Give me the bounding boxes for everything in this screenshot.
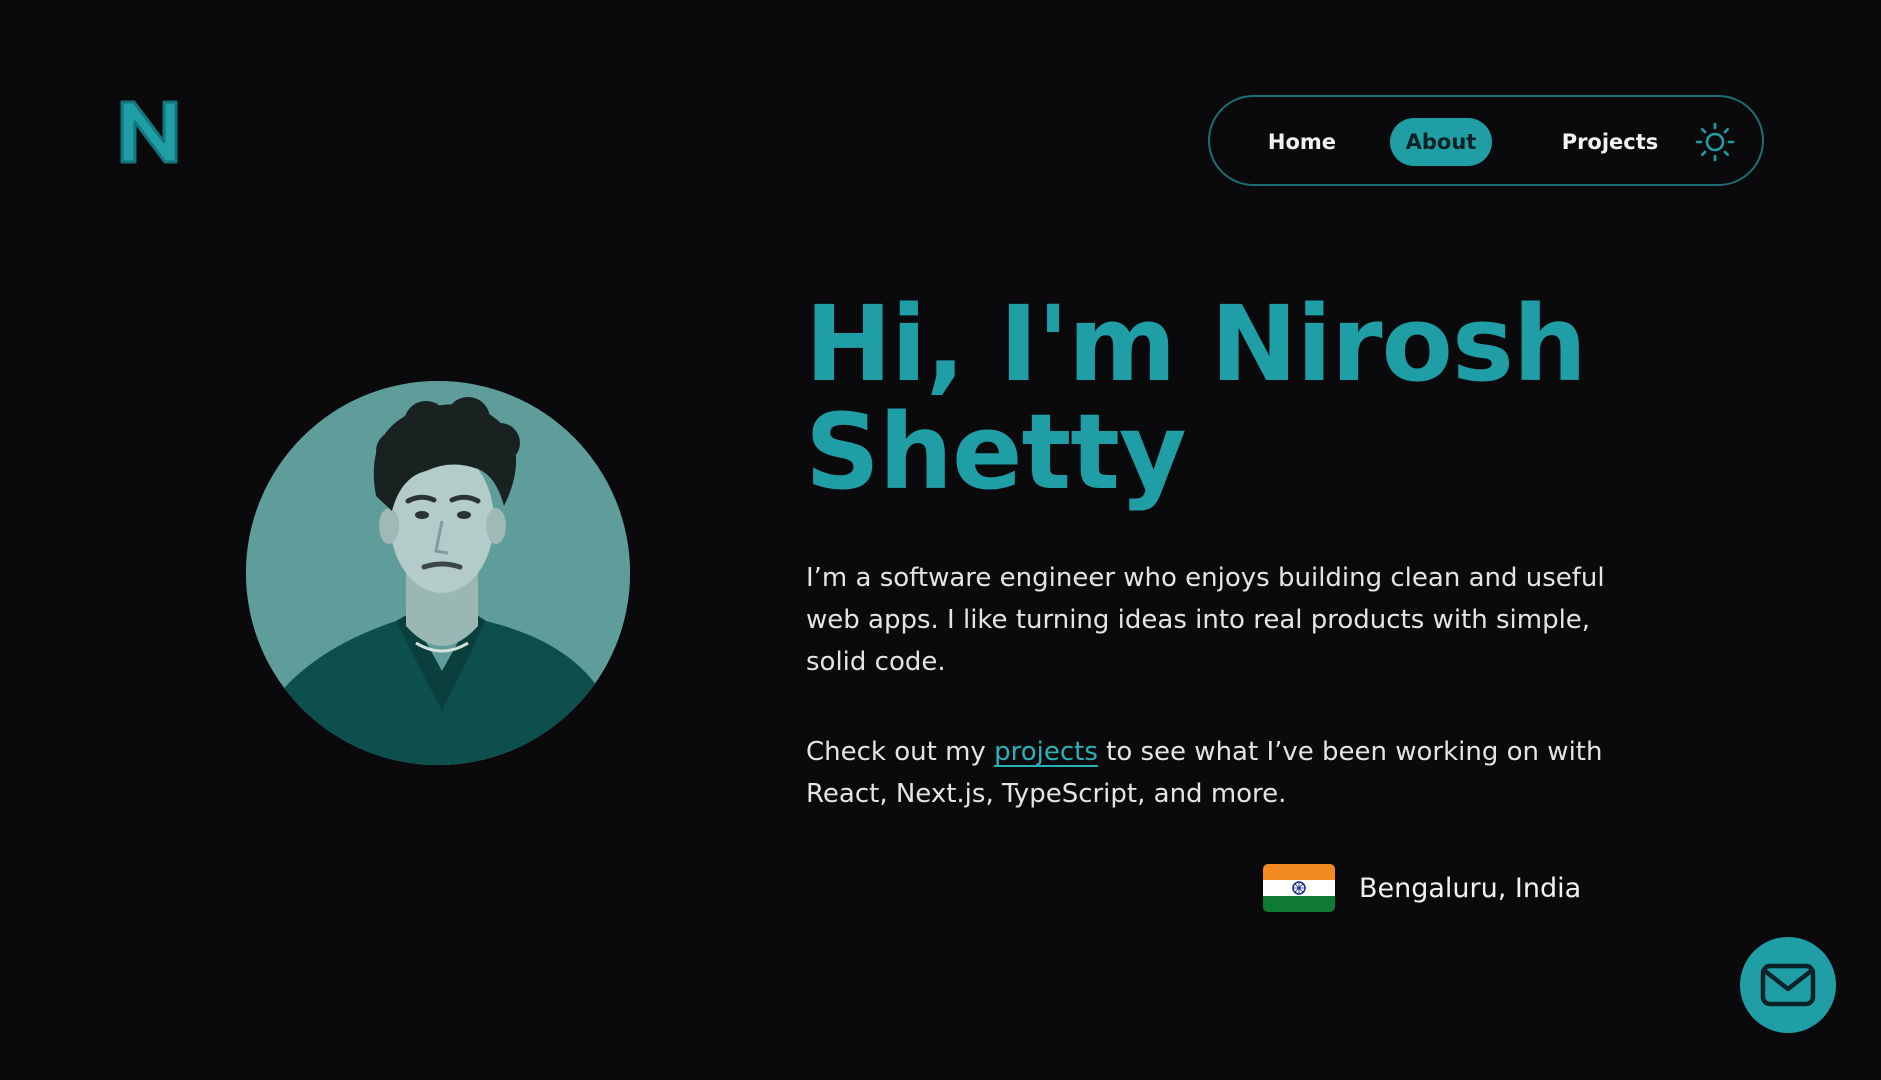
india-flag-icon: [1263, 864, 1335, 912]
projects-link[interactable]: projects: [994, 737, 1098, 767]
page: Home About Projects Hi, I'm Nirosh Shett…: [0, 0, 1881, 1080]
theme-toggle-button[interactable]: [1694, 121, 1736, 163]
headline-line-1: Hi, I'm Nirosh: [805, 283, 1587, 405]
location: Bengaluru, India: [1263, 864, 1581, 912]
bio-paragraph: I’m a software engineer who enjoys build…: [806, 563, 1605, 677]
nav-projects[interactable]: Projects: [1540, 118, 1680, 166]
hero-headline: Hi, I'm Nirosh Shetty: [805, 290, 1705, 506]
sun-icon: [1695, 122, 1735, 162]
mail-icon: [1760, 963, 1816, 1007]
main-nav: Home About Projects: [1208, 95, 1764, 186]
logo-n-icon: [120, 100, 178, 164]
profile-photo: [246, 381, 630, 765]
location-text: Bengaluru, India: [1359, 872, 1582, 904]
cta-text-before: Check out my: [806, 737, 995, 767]
cta-paragraph: Check out my projects to see what I’ve b…: [806, 731, 1636, 815]
logo[interactable]: [118, 96, 182, 166]
nav-about[interactable]: About: [1390, 118, 1492, 166]
portrait-illustration: [246, 381, 630, 765]
nav-home[interactable]: Home: [1246, 118, 1358, 166]
headline-line-2: Shetty: [805, 391, 1187, 513]
contact-mail-button[interactable]: [1740, 937, 1836, 1033]
